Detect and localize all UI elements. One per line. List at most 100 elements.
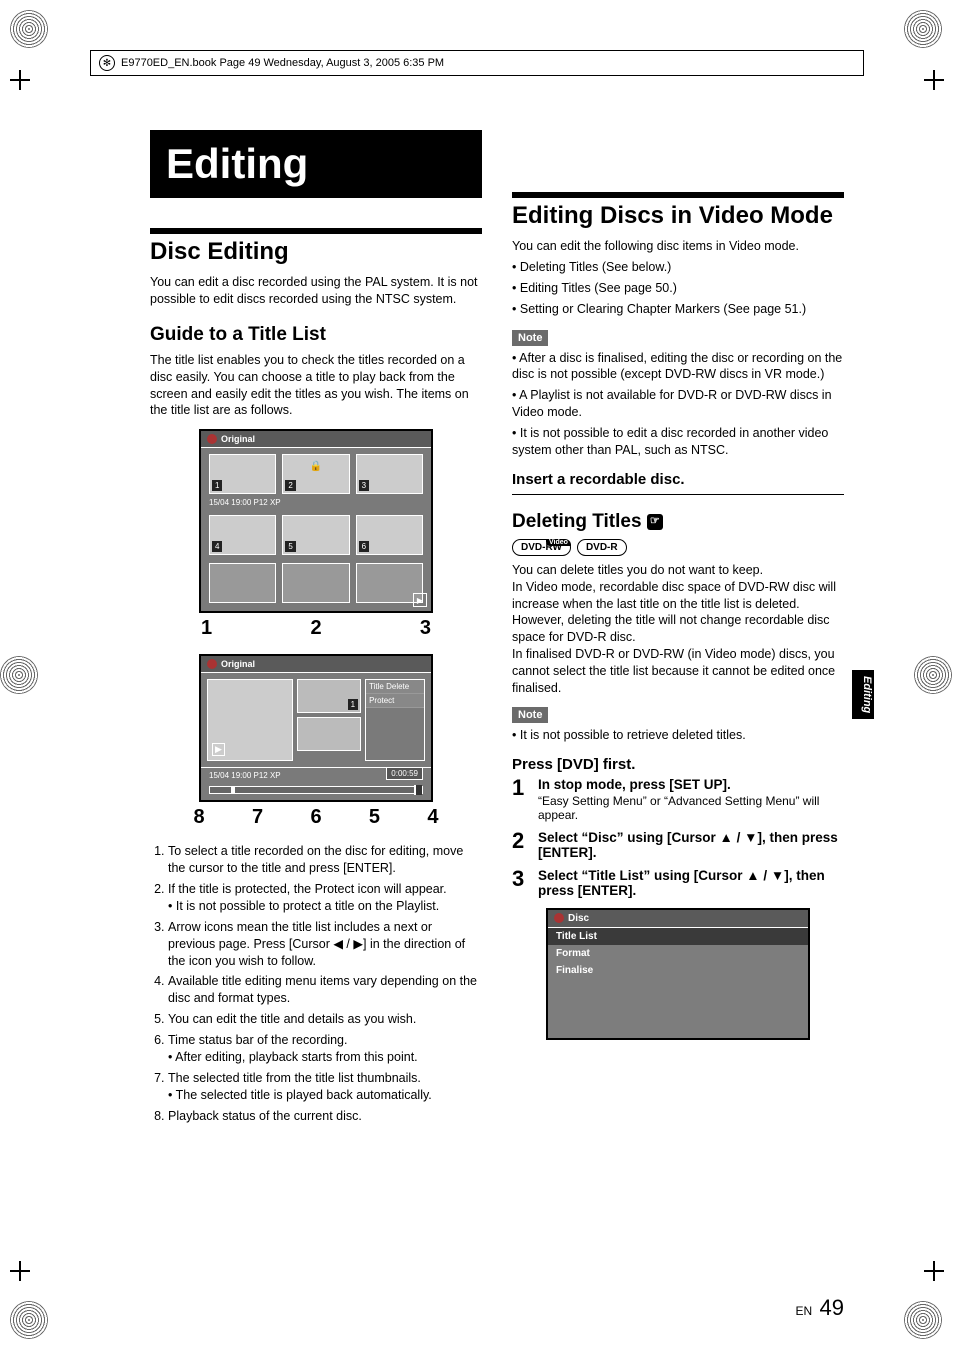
reg-corner-tr	[904, 10, 944, 50]
thumbnail-row	[201, 557, 431, 605]
reg-corner-br	[904, 1301, 944, 1341]
list-item: A Playlist is not available for DVD-R or…	[512, 387, 844, 421]
list-item: It is not possible to edit a disc record…	[512, 425, 844, 459]
dvd-r-badge: DVD-R	[577, 539, 627, 556]
legend-item: Playback status of the current disc.	[168, 1108, 482, 1125]
empty-thumbnail	[282, 563, 349, 603]
heading-rule	[150, 228, 482, 234]
callout-numbers: 1 2 3	[201, 617, 431, 640]
disc-type-badges: Video DVD-RW DVD-R	[512, 539, 844, 556]
manual-page: ✻ E9770ED_EN.book Page 49 Wednesday, Aug…	[0, 0, 954, 1351]
registration-left	[0, 70, 40, 1281]
page-content: Editing Disc Editing You can edit a disc…	[150, 130, 844, 1261]
progress-bar	[209, 786, 423, 794]
title-thumbnail: 1	[209, 454, 276, 494]
osd-title-text: Original	[221, 434, 255, 444]
edit-menu: Title Delete Protect	[365, 679, 425, 761]
callout-number: 8	[194, 806, 205, 829]
legend-item: Available title editing menu items vary …	[168, 973, 482, 1007]
list-item: Deleting Titles (See below.)	[512, 259, 844, 276]
badge-top-label: Video	[546, 539, 571, 546]
record-icon	[554, 913, 564, 923]
legend-list: To select a title recorded on the disc f…	[150, 843, 482, 1124]
thumbnail-column: 1	[297, 679, 361, 761]
list-item: After a disc is finalised, editing the d…	[512, 350, 844, 384]
osd-title-list: Original 1 🔒2 3 15/04 19:00 P12 XP 4 5 6	[199, 429, 433, 613]
timecode: 0:00:59	[386, 767, 423, 780]
callout-number: 6	[310, 806, 321, 829]
thumbnail-row: 1 🔒2 3	[201, 448, 431, 496]
note-list: After a disc is finalised, editing the d…	[512, 350, 844, 459]
legend-item: To select a title recorded on the disc f…	[168, 843, 482, 877]
registration-right	[914, 70, 954, 1281]
crop-mark	[10, 70, 30, 90]
progress-fill	[210, 787, 235, 793]
callout-number: 1	[201, 617, 212, 640]
osd-title-bar: Original	[201, 656, 431, 673]
heading-rule	[512, 192, 844, 198]
title-thumbnail: 🔒2	[282, 454, 349, 494]
video-mode-items: Deleting Titles (See below.) Editing Tit…	[512, 259, 844, 318]
disc-menu-item-finalise: Finalise	[548, 962, 808, 979]
step-number: 1	[512, 777, 530, 822]
title-thumbnail: 4	[209, 515, 276, 555]
callout-number: 5	[369, 806, 380, 829]
hand-icon: ☞	[647, 514, 663, 530]
section-tab: Editing	[852, 670, 874, 719]
osd-title-text: Original	[221, 659, 255, 669]
record-icon	[207, 434, 217, 444]
disc-menu-item-title-list: Title List	[548, 928, 808, 945]
reg-corner-bl	[10, 1301, 50, 1341]
left-column: Editing Disc Editing You can edit a disc…	[150, 130, 482, 1261]
video-mode-intro: You can edit the following disc items in…	[512, 238, 844, 255]
step-number: 2	[512, 830, 530, 860]
preview-pane: ▶	[207, 679, 293, 761]
title-thumbnail: 3	[356, 454, 423, 494]
reg-mark-left	[0, 656, 40, 696]
book-metadata-bar: ✻ E9770ED_EN.book Page 49 Wednesday, Aug…	[90, 50, 864, 76]
deleting-titles-body: You can delete titles you do not want to…	[512, 562, 844, 697]
title-thumbnail: 6	[356, 515, 423, 555]
callout-number: 2	[310, 617, 321, 640]
reg-corner-tl	[10, 10, 50, 50]
edit-menu-item: Protect	[366, 694, 424, 708]
legend-item: Time status bar of the recording.After e…	[168, 1032, 482, 1066]
lock-icon: 🔒	[310, 461, 322, 472]
disc-menu-item-format: Format	[548, 945, 808, 962]
crop-mark	[924, 1261, 944, 1281]
book-metadata-text: E9770ED_EN.book Page 49 Wednesday, Augus…	[121, 57, 444, 69]
heading-video-mode: Editing Discs in Video Mode	[512, 202, 844, 230]
disc-menu-osd: Disc Title List Format Finalise	[546, 908, 810, 1040]
legend-item: If the title is protected, the Protect i…	[168, 881, 482, 915]
empty-thumbnail	[209, 563, 276, 603]
edit-menu-item: Title Delete	[366, 680, 424, 694]
step-text: Select “Title List” using [Cursor ▲ / ▼]…	[538, 868, 844, 898]
registration-top	[0, 10, 954, 50]
divider	[512, 494, 844, 495]
step-item: 3 Select “Title List” using [Cursor ▲ / …	[512, 868, 844, 898]
right-column: Editing Discs in Video Mode You can edit…	[512, 130, 844, 1261]
step-item: 1 In stop mode, press [SET UP]. “Easy Se…	[512, 777, 844, 822]
step-number: 3	[512, 868, 530, 898]
osd-meta-text: 15/04 19:00 P12 XP	[209, 771, 281, 780]
reg-mark-right	[914, 656, 954, 696]
next-page-icon: ▶	[413, 593, 427, 607]
mini-thumbnail: 1	[297, 679, 361, 713]
disc-menu-header: Disc	[548, 910, 808, 928]
play-icon: ▶	[212, 743, 225, 756]
step-item: 2 Select “Disc” using [Cursor ▲ / ▼], th…	[512, 830, 844, 860]
osd-meta-line: 15/04 19:00 P12 XP	[201, 496, 431, 509]
step-text: In stop mode, press [SET UP]. “Easy Sett…	[538, 777, 844, 822]
insert-disc-heading: Insert a recordable disc.	[512, 471, 844, 488]
disc-menu-body: Title List Format Finalise	[548, 928, 808, 1038]
crop-mark	[924, 70, 944, 90]
note-list: It is not possible to retrieve deleted t…	[512, 727, 844, 744]
legend-item: The selected title from the title list t…	[168, 1070, 482, 1104]
title-thumbnail: 5	[282, 515, 349, 555]
section-banner: Editing	[150, 130, 482, 198]
page-number: EN 49	[796, 1295, 845, 1321]
page-lang: EN	[796, 1304, 813, 1318]
mini-thumbnail-empty	[297, 717, 361, 751]
callout-number: 3	[420, 617, 431, 640]
heading-guide-title-list: Guide to a Title List	[150, 324, 482, 346]
